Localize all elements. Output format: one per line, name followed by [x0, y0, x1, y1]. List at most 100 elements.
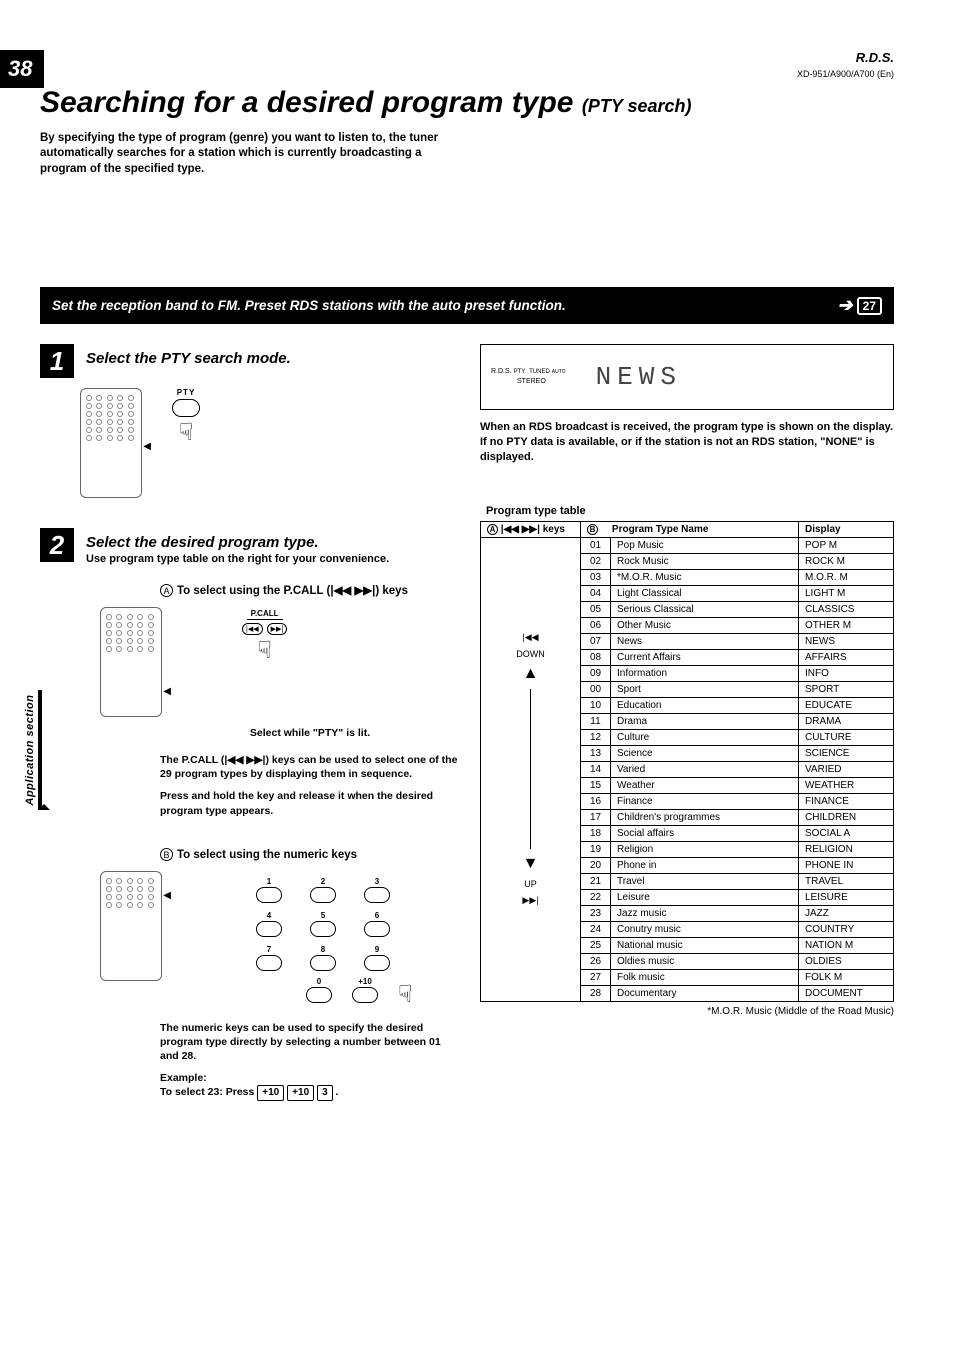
- row-name: Science: [611, 745, 799, 761]
- pointer-arrow-icon: ◀: [163, 890, 171, 901]
- row-number: 27: [581, 969, 611, 985]
- row-display: SPORT: [799, 681, 894, 697]
- example-label: Example:: [160, 1072, 207, 1084]
- row-number: 17: [581, 809, 611, 825]
- intro-text: By specifying the type of program (genre…: [40, 131, 470, 178]
- num-key-icon: [306, 987, 332, 1003]
- row-name: Leisure: [611, 889, 799, 905]
- remote-illustration-a: ◀: [100, 607, 162, 717]
- step-2-subtitle: Use program type table on the right for …: [86, 553, 389, 565]
- circled-b-icon: B: [160, 848, 173, 861]
- key-3: 3: [317, 1085, 333, 1101]
- col-display-header: Display: [799, 521, 894, 537]
- row-number: 21: [581, 873, 611, 889]
- row-display: COUNTRY: [799, 921, 894, 937]
- num-key-icon: [310, 955, 336, 971]
- pcall-label: P.CALL: [247, 609, 283, 620]
- caption-a: Select while "PTY" is lit.: [160, 727, 460, 739]
- row-number: 06: [581, 617, 611, 633]
- title-main: Searching for a desired program type: [40, 86, 573, 119]
- row-number: 14: [581, 761, 611, 777]
- row-display: ROCK M: [799, 553, 894, 569]
- num-plus10-label: +10: [352, 977, 378, 986]
- row-display: RELIGION: [799, 841, 894, 857]
- next-track-icon: ▶▶|: [267, 623, 288, 635]
- numeric-keys-diagram: 1 2 3 4 5 6 7 8 9 0 +10: [242, 871, 413, 1007]
- row-display: POP M: [799, 537, 894, 553]
- arrow-shaft-icon: [530, 689, 532, 849]
- num-key-icon: [256, 887, 282, 903]
- row-name: Sport: [611, 681, 799, 697]
- num-4-label: 4: [252, 911, 286, 920]
- row-number: 07: [581, 633, 611, 649]
- row-display: LEISURE: [799, 889, 894, 905]
- num-key-icon: [310, 887, 336, 903]
- row-name: Education: [611, 697, 799, 713]
- pty-button-icon: [172, 399, 200, 417]
- pointer-arrow-icon: ◀: [163, 686, 171, 697]
- side-tab: Application section: [24, 690, 42, 810]
- prerequisite-banner: Set the reception band to FM. Preset RDS…: [40, 287, 894, 324]
- pcall-diagram: P.CALL |◀◀ ▶▶| ☟: [242, 607, 287, 663]
- key-plus10: +10: [257, 1085, 284, 1101]
- step-1-title: Select the PTY search mode.: [86, 350, 291, 367]
- step-2-number: 2: [40, 528, 74, 562]
- up-arrow-icon: ▲: [523, 665, 539, 683]
- hand-icon: ☟: [172, 421, 200, 445]
- prev-track-icon: |◀◀: [522, 632, 538, 643]
- num-7-label: 7: [252, 945, 286, 954]
- hand-icon: ☟: [398, 983, 413, 1007]
- row-name: National music: [611, 937, 799, 953]
- row-name: News: [611, 633, 799, 649]
- row-number: 04: [581, 585, 611, 601]
- row-display: AFFAIRS: [799, 649, 894, 665]
- row-display: LIGHT M: [799, 585, 894, 601]
- num-key-icon: [256, 955, 282, 971]
- method-a-text: To select using the P.CALL (|◀◀ ▶▶|) key…: [177, 585, 408, 597]
- row-display: SOCIAL A: [799, 825, 894, 841]
- row-name: Weather: [611, 777, 799, 793]
- row-display: NATION M: [799, 937, 894, 953]
- display-panel: R.D.S. PTY TUNED AUTO STEREO NEWS: [480, 344, 894, 410]
- num-2-label: 2: [306, 877, 340, 886]
- title-sub: (PTY search): [582, 96, 692, 116]
- banner-text: Set the reception band to FM. Preset RDS…: [52, 298, 566, 313]
- body-a2: Press and hold the key and release it wh…: [160, 789, 460, 817]
- body-a1: The P.CALL (|◀◀ ▶▶|) keys can be used to…: [160, 753, 460, 781]
- row-number: 26: [581, 953, 611, 969]
- num-key-icon: [364, 921, 390, 937]
- row-name: Religion: [611, 841, 799, 857]
- num-0-label: 0: [306, 977, 332, 986]
- model-line: XD-951/A900/A700 (En): [40, 69, 894, 79]
- example: Example: To select 23: Press +10 +10 3 .: [160, 1071, 460, 1101]
- row-display: FOLK M: [799, 969, 894, 985]
- method-b-text: To select using the numeric keys: [177, 849, 357, 861]
- method-a-title: ATo select using the P.CALL (|◀◀ ▶▶|) ke…: [160, 583, 460, 597]
- num-key-icon: [364, 955, 390, 971]
- row-number: 00: [581, 681, 611, 697]
- row-display: M.O.R. M: [799, 569, 894, 585]
- row-number: 13: [581, 745, 611, 761]
- row-name: Finance: [611, 793, 799, 809]
- row-number: 12: [581, 729, 611, 745]
- remote-illustration-b: ◀: [100, 871, 162, 981]
- col-b-header: B Program Type Name: [581, 521, 799, 537]
- num-key-icon: [364, 887, 390, 903]
- row-name: Travel: [611, 873, 799, 889]
- footnote: *M.O.R. Music (Middle of the Road Music): [480, 1006, 894, 1017]
- row-number: 28: [581, 985, 611, 1001]
- row-display: NEWS: [799, 633, 894, 649]
- row-display: CULTURE: [799, 729, 894, 745]
- row-number: 23: [581, 905, 611, 921]
- row-name: Oldies music: [611, 953, 799, 969]
- row-name: Other Music: [611, 617, 799, 633]
- right-body-text: When an RDS broadcast is received, the p…: [480, 420, 894, 465]
- row-name: Children's programmes: [611, 809, 799, 825]
- row-display: WEATHER: [799, 777, 894, 793]
- row-name: Information: [611, 665, 799, 681]
- row-name: Serious Classical: [611, 601, 799, 617]
- row-number: 02: [581, 553, 611, 569]
- row-name: Culture: [611, 729, 799, 745]
- col-a-header: A |◀◀ ▶▶| keys: [481, 521, 581, 537]
- row-name: Pop Music: [611, 537, 799, 553]
